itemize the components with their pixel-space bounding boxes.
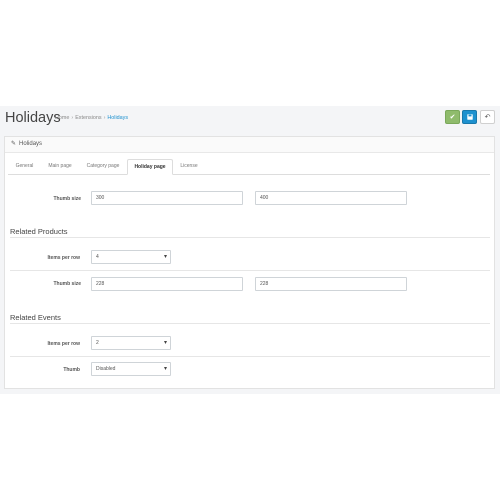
- products-row-divider: [10, 270, 490, 271]
- events-thumb-label: Thumb: [63, 367, 80, 373]
- save-button[interactable]: ✔: [445, 110, 460, 124]
- breadcrumb-extensions[interactable]: Extensions: [75, 115, 101, 121]
- events-items-per-row-value: 2: [96, 340, 99, 346]
- products-thumb-label: Thumb size: [53, 281, 81, 287]
- events-thumb-select[interactable]: Disabled: [91, 362, 171, 376]
- holiday-thumb-height-input[interactable]: 400: [255, 191, 407, 205]
- check-icon: ✔: [449, 113, 456, 121]
- panel-heading: ✎ Holidays: [5, 137, 494, 153]
- pencil-icon: ✎: [11, 141, 17, 147]
- save-stay-button[interactable]: [462, 110, 477, 124]
- products-items-per-row-label: Items per row: [47, 255, 80, 261]
- tab-license[interactable]: License: [173, 159, 205, 174]
- holiday-thumb-label: Thumb size: [53, 196, 81, 202]
- products-items-per-row-select[interactable]: 4: [91, 250, 171, 264]
- tab-holiday-page[interactable]: Holiday page: [127, 159, 173, 175]
- cancel-button[interactable]: ↶: [480, 110, 495, 124]
- events-row-divider: [10, 356, 490, 357]
- tab-category-page[interactable]: Category page: [79, 159, 127, 174]
- breadcrumb-current[interactable]: Holidays: [107, 115, 128, 121]
- related-events-divider: [10, 323, 490, 324]
- breadcrumb-home[interactable]: Home: [55, 115, 69, 121]
- floppy-disk-icon: [466, 114, 473, 120]
- events-items-per-row-select[interactable]: 2: [91, 336, 171, 350]
- breadcrumb: Home › Extensions › Holidays: [55, 115, 129, 121]
- related-products-divider: [10, 237, 490, 238]
- reply-icon: ↶: [484, 113, 491, 121]
- holiday-thumb-width-input[interactable]: 300: [91, 191, 243, 205]
- panel-heading-label: Holidays: [19, 141, 43, 147]
- events-thumb-value: Disabled: [96, 366, 116, 372]
- settings-tabs: General Main page Category page Holiday …: [8, 159, 490, 175]
- products-items-per-row-value: 4: [96, 254, 99, 260]
- tab-general[interactable]: General: [8, 159, 41, 174]
- related-products-heading: Related Products: [10, 227, 68, 236]
- tab-main-page[interactable]: Main page: [41, 159, 79, 174]
- products-thumb-height-input[interactable]: 228: [255, 277, 407, 291]
- page-title: Holidays: [5, 110, 61, 126]
- products-thumb-width-input[interactable]: 228: [91, 277, 243, 291]
- related-events-heading: Related Events: [10, 313, 61, 322]
- events-items-per-row-label: Items per row: [47, 341, 80, 347]
